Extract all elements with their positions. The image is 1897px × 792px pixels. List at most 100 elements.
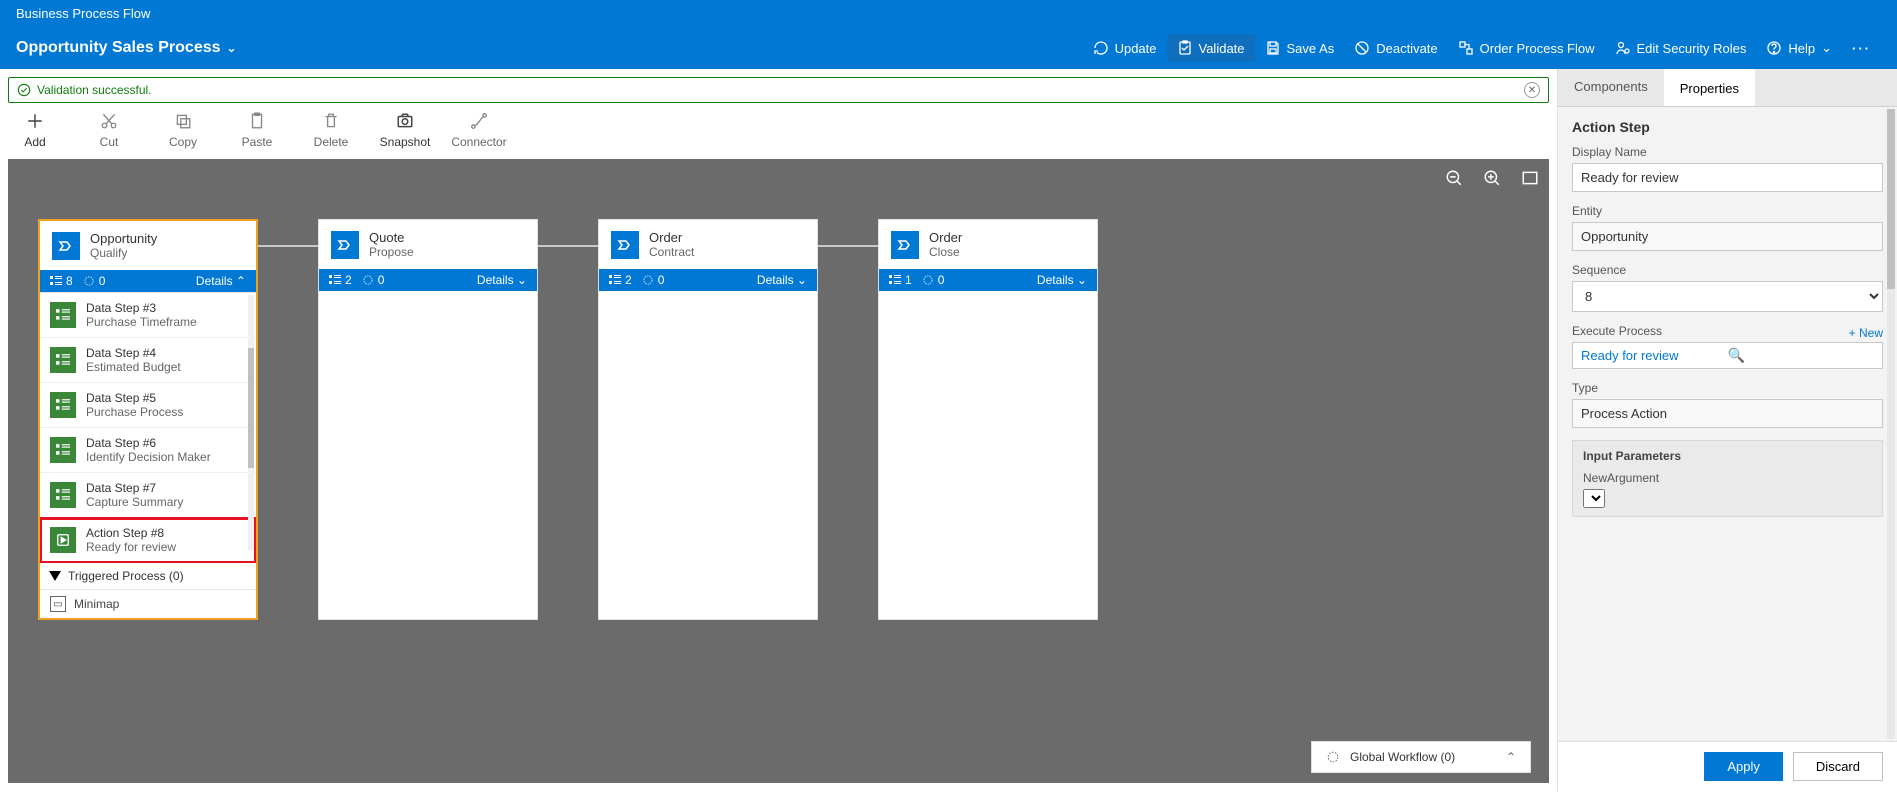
help-button[interactable]: Help ⌄: [1756, 34, 1842, 62]
minimap-toggle[interactable]: ▭Minimap: [40, 589, 256, 618]
workflow-count: 0: [642, 273, 665, 287]
new-process-link[interactable]: + New: [1849, 326, 1883, 340]
display-name-label: Display Name: [1572, 145, 1883, 159]
global-workflow-label: Global Workflow (0): [1350, 750, 1455, 764]
order-flow-icon: [1458, 40, 1474, 56]
stage-card[interactable]: OrderClose 1 0Details ⌄: [878, 219, 1098, 620]
order-process-flow-button[interactable]: Order Process Flow: [1448, 34, 1605, 62]
title-bar: Business Process Flow: [0, 0, 1897, 27]
stage-details-toggle[interactable]: Details ⌄: [1037, 273, 1087, 287]
stage-card[interactable]: QuotePropose 2 0Details ⌄: [318, 219, 538, 620]
designer-canvas[interactable]: OpportunityQualify 8 0Details ⌃Data Step…: [8, 159, 1549, 783]
search-icon[interactable]: 🔍: [1728, 347, 1875, 364]
step-item[interactable]: Data Step #6Identify Decision Maker: [40, 428, 256, 473]
snapshot-tool[interactable]: Snapshot: [378, 111, 432, 149]
clipboard-check-icon: [1177, 40, 1193, 56]
step-title: Data Step #7: [86, 481, 183, 495]
close-banner-button[interactable]: ✕: [1524, 82, 1540, 98]
chevron-up-icon: ⌃: [1506, 750, 1516, 764]
step-title: Data Step #6: [86, 436, 211, 450]
properties-panel: Components Properties Action Step Displa…: [1557, 69, 1897, 791]
edit-security-roles-button[interactable]: Edit Security Roles: [1605, 34, 1757, 62]
panel-heading: Action Step: [1572, 119, 1883, 135]
input-params-heading: Input Parameters: [1583, 449, 1872, 463]
step-count: 2: [609, 273, 632, 287]
cut-tool[interactable]: Cut: [82, 111, 136, 149]
step-item[interactable]: Data Step #3Purchase Timeframe: [40, 293, 256, 338]
validate-button[interactable]: Validate: [1167, 34, 1255, 62]
action-step-icon: [50, 527, 76, 553]
stage-details-toggle[interactable]: Details ⌄: [757, 273, 807, 287]
stage-name: Order: [929, 230, 962, 245]
zoom-in-button[interactable]: [1481, 167, 1503, 189]
steps-panel: Data Step #3Purchase TimeframeData Step …: [40, 292, 256, 618]
triggered-process-row[interactable]: Triggered Process (0): [40, 563, 256, 589]
stage-card[interactable]: OpportunityQualify 8 0Details ⌃Data Step…: [38, 219, 258, 620]
minimap-icon: ▭: [50, 596, 66, 612]
cut-icon: [99, 111, 119, 131]
copy-tool[interactable]: Copy: [156, 111, 210, 149]
workflow-icon: [1326, 750, 1340, 764]
scrollbar-thumb[interactable]: [1887, 109, 1895, 289]
display-name-input[interactable]: [1572, 163, 1883, 192]
tab-properties[interactable]: Properties: [1664, 69, 1755, 106]
deactivate-button[interactable]: Deactivate: [1344, 34, 1447, 62]
stage-name: Quote: [369, 230, 414, 245]
step-item[interactable]: Data Step #7Capture Summary: [40, 473, 256, 518]
stage-details-toggle[interactable]: Details ⌃: [196, 274, 246, 288]
check-circle-icon: [17, 83, 31, 97]
step-title: Data Step #4: [86, 346, 181, 360]
input-parameters-section: Input Parameters NewArgument: [1572, 440, 1883, 517]
triggered-label: Triggered Process (0): [68, 569, 184, 583]
data-step-icon: [50, 302, 76, 328]
stage-details-toggle[interactable]: Details ⌄: [477, 273, 527, 287]
workflow-count: 0: [362, 273, 385, 287]
input-param-name: NewArgument: [1583, 471, 1872, 485]
tab-components[interactable]: Components: [1558, 69, 1664, 106]
step-item[interactable]: Data Step #5Purchase Process: [40, 383, 256, 428]
delete-tool[interactable]: Delete: [304, 111, 358, 149]
stage-category: Propose: [369, 245, 414, 259]
workflow-count: 0: [922, 273, 945, 287]
workflow-count: 0: [83, 274, 106, 288]
stage-icon: [611, 231, 639, 259]
zoom-out-button[interactable]: [1443, 167, 1465, 189]
type-input: [1572, 399, 1883, 428]
step-item[interactable]: Action Step #8Ready for review: [40, 518, 256, 563]
apply-button[interactable]: Apply: [1704, 752, 1783, 781]
input-param-select[interactable]: [1583, 489, 1605, 508]
deactivate-icon: [1354, 40, 1370, 56]
stage-name: Opportunity: [90, 231, 157, 246]
data-step-icon: [50, 392, 76, 418]
connector-icon: [469, 111, 489, 131]
data-step-icon: [50, 482, 76, 508]
delete-icon: [321, 111, 341, 131]
update-button[interactable]: Update: [1083, 34, 1167, 62]
designer-toolbar: Add Cut Copy Paste Delete Snapshot Conne…: [0, 107, 1557, 159]
add-tool[interactable]: Add: [8, 111, 62, 149]
step-item[interactable]: Data Step #4Estimated Budget: [40, 338, 256, 383]
data-step-icon: [50, 437, 76, 463]
type-label: Type: [1572, 381, 1883, 395]
save-as-button[interactable]: Save As: [1255, 34, 1345, 62]
help-icon: [1766, 40, 1782, 56]
stage-category: Qualify: [90, 246, 157, 260]
global-workflow-pill[interactable]: Global Workflow (0) ⌃: [1311, 741, 1531, 773]
step-subtitle: Purchase Process: [86, 405, 183, 419]
connector-tool[interactable]: Connector: [452, 111, 506, 149]
fit-screen-button[interactable]: [1519, 167, 1541, 189]
scrollbar-thumb[interactable]: [248, 348, 254, 468]
stage-card[interactable]: OrderContract 2 0Details ⌄: [598, 219, 818, 620]
data-step-icon: [50, 347, 76, 373]
entity-input: [1572, 222, 1883, 251]
execute-process-lookup[interactable]: Ready for review 🔍: [1572, 342, 1883, 369]
sequence-select[interactable]: 8: [1572, 281, 1883, 312]
step-count: 1: [889, 273, 912, 287]
stage-name: Order: [649, 230, 694, 245]
more-commands-button[interactable]: ···: [1842, 35, 1881, 62]
paste-tool[interactable]: Paste: [230, 111, 284, 149]
discard-button[interactable]: Discard: [1793, 752, 1883, 781]
stage-icon: [891, 231, 919, 259]
process-title-dropdown[interactable]: Opportunity Sales Process ⌄: [16, 39, 237, 57]
refresh-icon: [1093, 40, 1109, 56]
